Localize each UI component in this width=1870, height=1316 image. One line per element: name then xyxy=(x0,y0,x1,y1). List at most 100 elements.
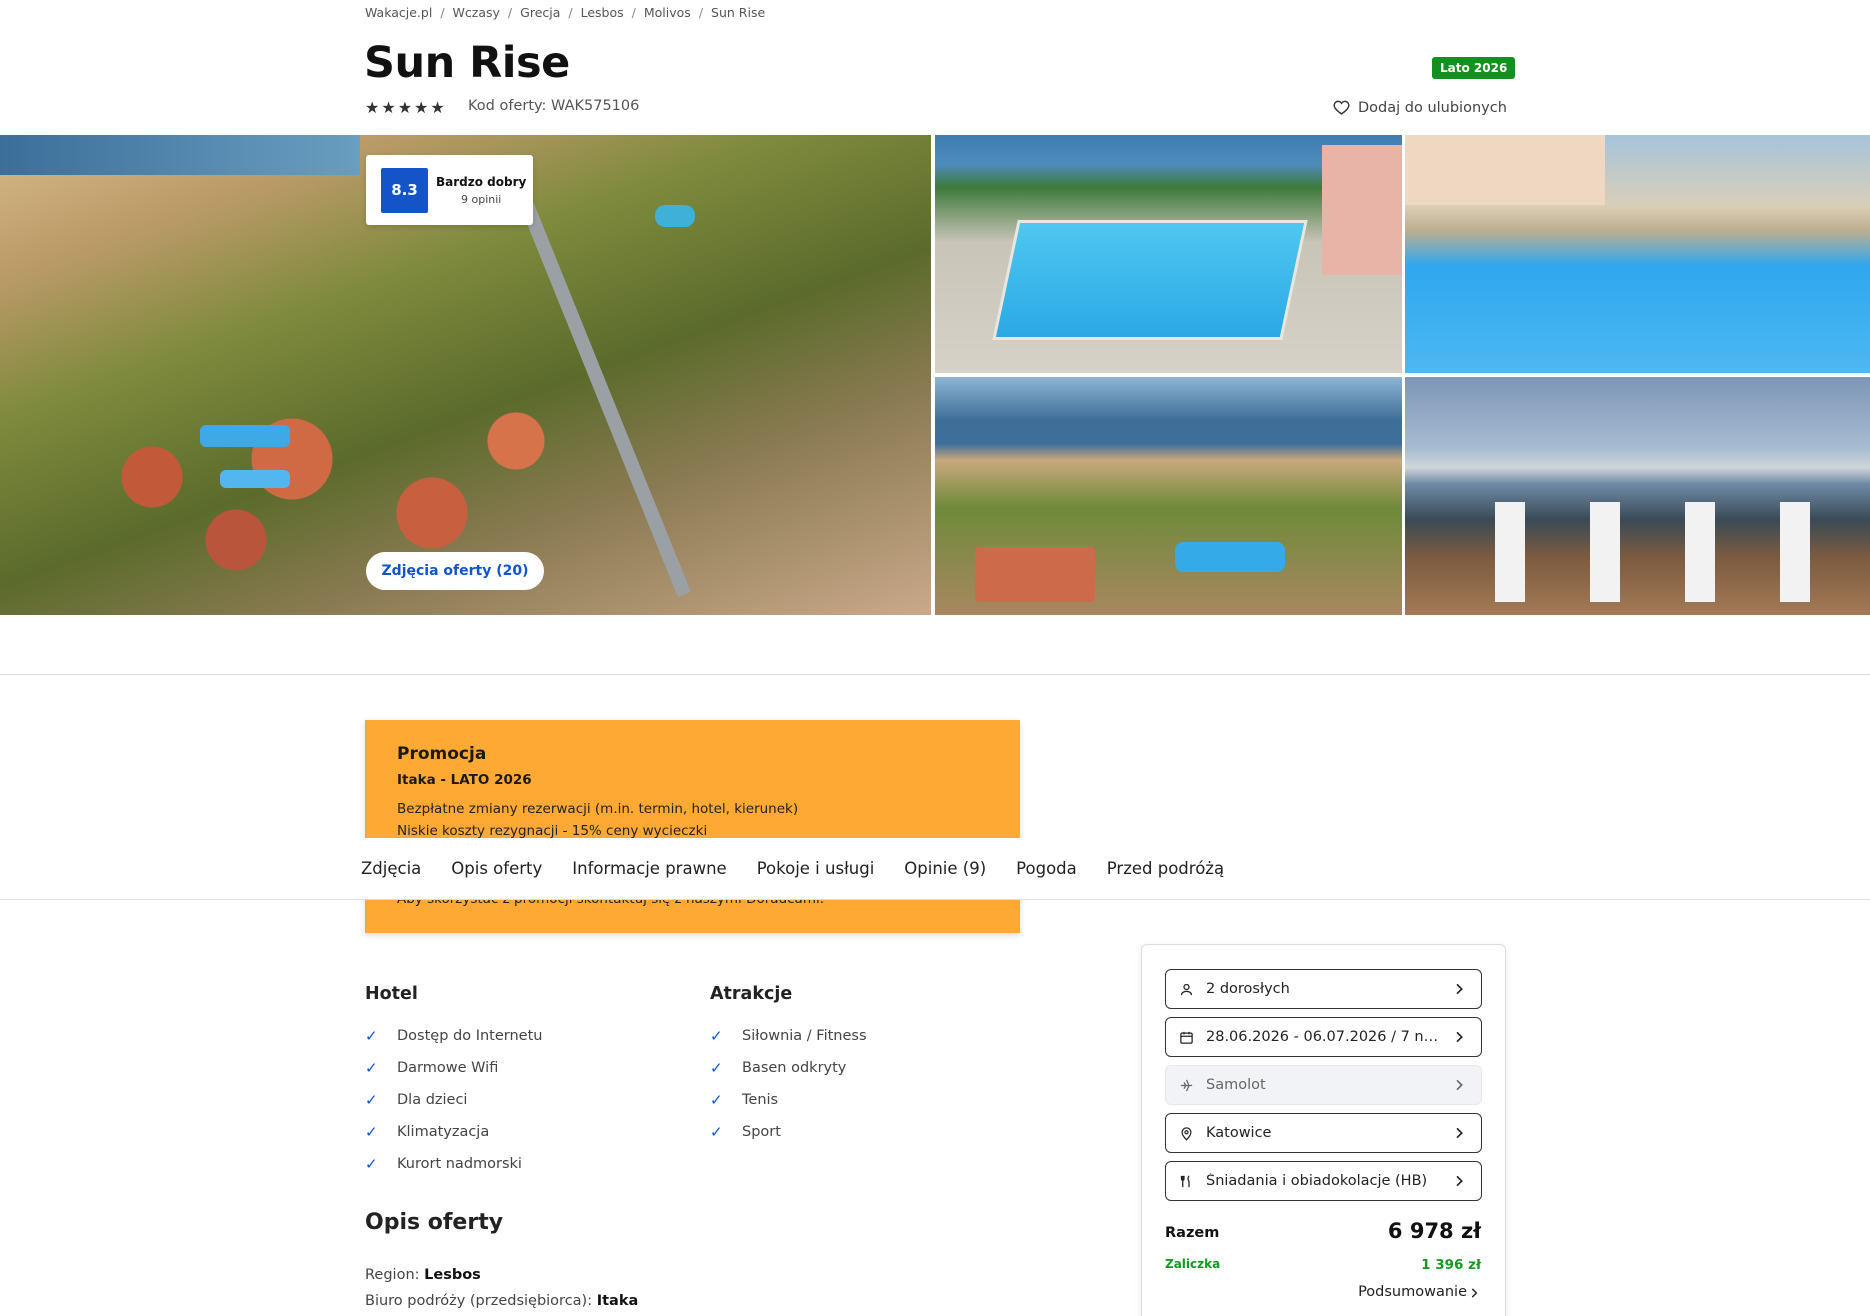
region-info: Region: Lesbos xyxy=(365,1267,481,1283)
check-icon: ✓ xyxy=(710,1059,723,1077)
offer-code: Kod oferty: WAK575106 xyxy=(468,98,640,114)
tab-rooms[interactable]: Pokoje i usługi xyxy=(757,859,875,878)
heart-icon xyxy=(1333,100,1350,115)
attractions-title: Atrakcje xyxy=(710,984,793,1004)
list-item: ✓ Siłownia / Fitness xyxy=(710,1020,867,1052)
attraction-label: Sport xyxy=(742,1124,781,1140)
board-selector[interactable]: Śniadania i obiadokolacje (HB) xyxy=(1165,1161,1482,1201)
tab-weather[interactable]: Pogoda xyxy=(1016,859,1077,878)
breadcrumb-separator: / xyxy=(568,5,573,20)
chevron-right-icon xyxy=(1456,1079,1463,1091)
dates-value: 28.06.2026 - 06.07.2026 / 7 nocy xyxy=(1206,1029,1446,1045)
photos-button[interactable]: Zdjęcia oferty (20) xyxy=(366,552,544,590)
agency-label: Biuro podróży (przedsiębiorca): xyxy=(365,1293,597,1309)
rating-label: Bardzo dobry xyxy=(436,174,527,189)
chevron-right-icon xyxy=(1456,1127,1463,1139)
feature-label: Dla dzieci xyxy=(397,1092,468,1108)
gallery-photo-aerial[interactable] xyxy=(935,377,1402,615)
breadcrumb-item[interactable]: Lesbos xyxy=(581,5,624,20)
promo-line: Bezpłatne zmiany rezerwacji (m.in. termi… xyxy=(397,801,799,817)
departure-value: Katowice xyxy=(1206,1125,1272,1141)
tab-description[interactable]: Opis oferty xyxy=(451,859,542,878)
promo-title: Promocja xyxy=(397,744,487,764)
chevron-right-icon xyxy=(1456,983,1463,995)
tab-photos[interactable]: Zdjęcia xyxy=(361,859,421,878)
breadcrumb-item[interactable]: Grecja xyxy=(520,5,560,20)
agency-info: Biuro podróży (przedsiębiorca): Itaka xyxy=(365,1293,638,1309)
gallery-photo-terrace[interactable] xyxy=(1405,377,1870,615)
breadcrumb-separator: / xyxy=(507,5,513,20)
list-item: ✓ Darmowe Wifi xyxy=(365,1052,542,1084)
attraction-label: Tenis xyxy=(742,1092,779,1108)
gallery-photo-pool-2[interactable] xyxy=(1405,135,1870,373)
plane-icon xyxy=(1178,1077,1194,1093)
rating-card[interactable]: 8.3 Bardzo dobry 9 opinii xyxy=(366,155,533,225)
check-icon: ✓ xyxy=(710,1091,723,1109)
breadcrumb-separator: / xyxy=(631,5,636,20)
breadcrumb-separator: / xyxy=(440,5,445,20)
region-value: Lesbos xyxy=(424,1267,481,1283)
tab-reviews[interactable]: Opinie (9) xyxy=(904,859,986,878)
hotel-features-title: Hotel xyxy=(365,984,418,1004)
page-title: Sun Rise xyxy=(364,38,570,88)
check-icon: ✓ xyxy=(365,1123,378,1141)
tab-legal[interactable]: Informacje prawne xyxy=(572,859,726,878)
feature-label: Dostęp do Internetu xyxy=(397,1028,543,1044)
promo-line: Niskie koszty rezygnacji - 15% ceny wyci… xyxy=(397,823,708,839)
deposit-label: Zaliczka xyxy=(1165,1257,1221,1271)
attractions-list: ✓ Siłownia / Fitness ✓ Basen odkryty ✓ Teni… xyxy=(710,1020,867,1148)
check-icon: ✓ xyxy=(710,1123,723,1141)
star-icon: ★ xyxy=(430,98,445,117)
star-icon: ★ xyxy=(414,98,429,117)
transport-value: Samolot xyxy=(1206,1077,1266,1093)
travelers-selector[interactable]: 2 dorosłych xyxy=(1165,969,1482,1009)
breadcrumb-item[interactable]: Wakacje.pl xyxy=(365,5,432,20)
chevron-right-icon[interactable] xyxy=(1467,1285,1481,1301)
photo-gallery xyxy=(0,135,1870,615)
list-item: ✓ Kurort nadmorski xyxy=(365,1148,542,1180)
location-pin-icon xyxy=(1178,1125,1194,1141)
feature-label: Klimatyzacja xyxy=(397,1124,490,1140)
breadcrumb-current: Sun Rise xyxy=(711,5,766,20)
calendar-icon xyxy=(1178,1029,1194,1045)
star-icon: ★ xyxy=(381,98,396,117)
booking-panel: 2 dorosłych 28.06.2026 - 06.07.2026 / 7 … xyxy=(1141,944,1506,1316)
check-icon: ✓ xyxy=(365,1027,378,1045)
list-item: ✓ Klimatyzacja xyxy=(365,1116,542,1148)
region-label: Region: xyxy=(365,1267,425,1283)
departure-selector[interactable]: Katowice xyxy=(1165,1113,1482,1153)
list-item: ✓ Dla dzieci xyxy=(365,1084,542,1116)
transport-selector[interactable]: Samolot xyxy=(1165,1065,1482,1105)
breadcrumb: Wakacje.pl / Wczasy / Grecja / Lesbos / Moli… xyxy=(365,5,765,20)
breadcrumb-separator: / xyxy=(698,5,704,20)
dates-selector[interactable]: 28.06.2026 - 06.07.2026 / 7 nocy xyxy=(1165,1017,1482,1057)
add-to-favorites-button[interactable]: Dodaj do ulubionych xyxy=(1333,99,1507,116)
check-icon: ✓ xyxy=(365,1059,378,1077)
rating-score: 8.3 xyxy=(381,167,428,213)
description-title: Opis oferty xyxy=(365,1210,504,1235)
breadcrumb-item[interactable]: Wczasy xyxy=(453,5,500,20)
gallery-photo-pool[interactable] xyxy=(935,135,1402,373)
list-item: ✓ Dostęp do Internetu xyxy=(365,1020,542,1052)
promo-box: Promocja Itaka - LATO 2026 Bezpłatne zmi… xyxy=(365,720,1020,933)
travelers-value: 2 dorosłych xyxy=(1206,981,1290,997)
agency-value: Itaka xyxy=(596,1293,639,1309)
list-item: ✓ Basen odkryty xyxy=(710,1052,867,1084)
feature-label: Darmowe Wifi xyxy=(397,1060,499,1076)
promo-subtitle: Itaka - LATO 2026 xyxy=(397,772,532,788)
star-rating: ★ ★ ★ ★ ★ xyxy=(365,98,445,117)
chevron-right-icon xyxy=(1456,1031,1463,1043)
check-icon: ✓ xyxy=(365,1155,378,1173)
star-icon: ★ xyxy=(365,98,380,117)
check-icon: ✓ xyxy=(365,1091,378,1109)
attraction-label: Siłownia / Fitness xyxy=(742,1028,867,1044)
breadcrumb-item[interactable]: Molivos xyxy=(644,5,691,20)
section-tabs: Zdjęcia Opis oferty Informacje prawne Po… xyxy=(0,838,1870,900)
review-count: 9 opinii xyxy=(460,192,502,206)
summary-link[interactable]: Podsumowanie xyxy=(1358,1284,1467,1300)
total-price: 6 978 zł xyxy=(1387,1219,1481,1243)
list-item: ✓ Sport xyxy=(710,1116,867,1148)
page: Wakacje.pl / Wczasy / Grecja / Lesbos / Moli… xyxy=(0,0,1870,1316)
feature-label: Kurort nadmorski xyxy=(397,1156,522,1172)
tab-before-travel[interactable]: Przed podróżą xyxy=(1107,859,1224,878)
